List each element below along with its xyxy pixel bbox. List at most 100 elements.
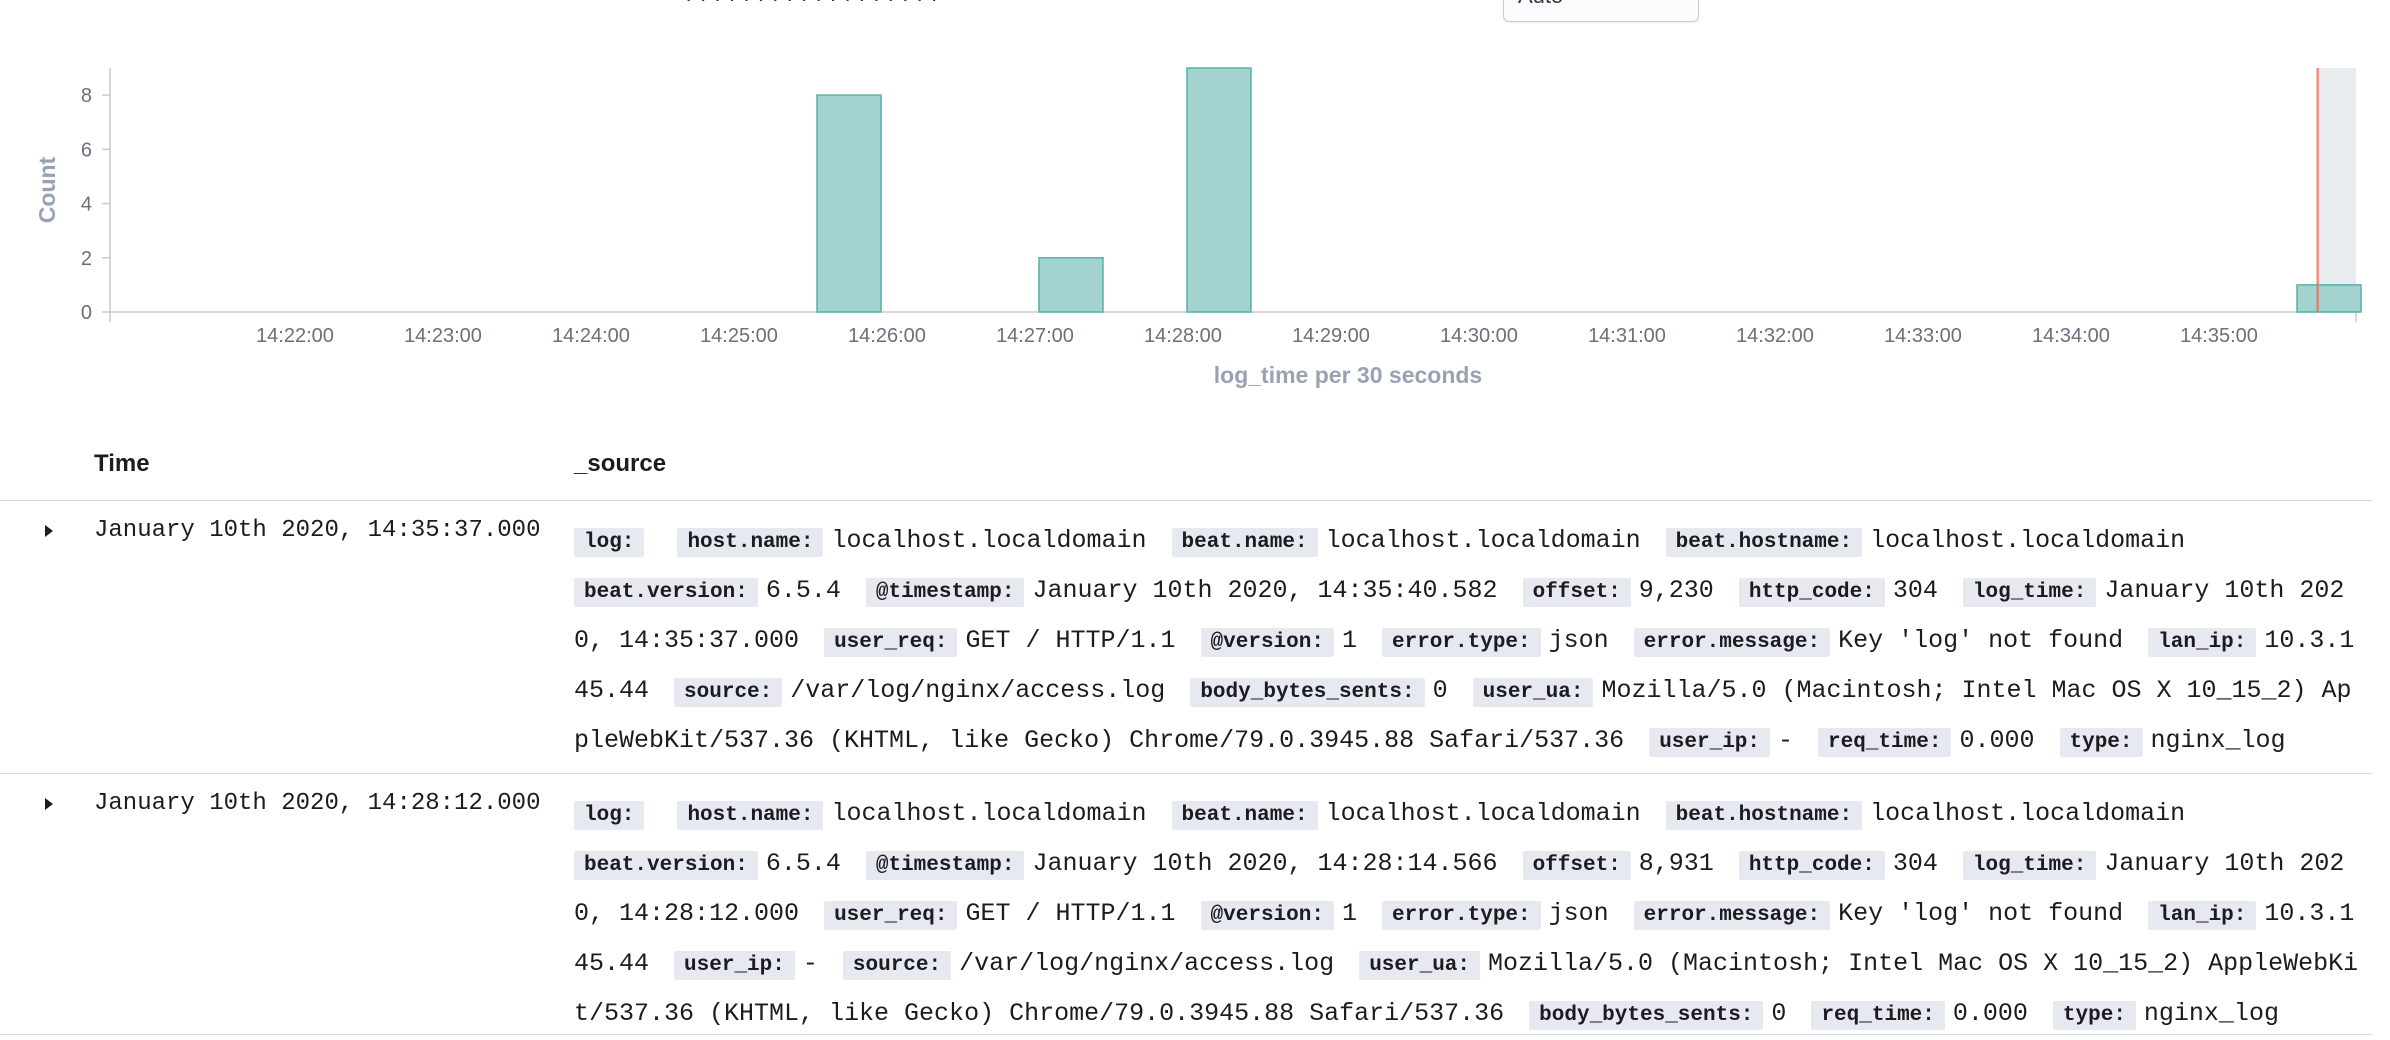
field-key: lan_ip: (2148, 901, 2257, 930)
field-key: beat.name: (1171, 528, 1318, 557)
y-axis-title: Count (34, 156, 60, 223)
source-field: source:/var/log/nginx/access.log (674, 676, 1175, 707)
field-key: offset: (1522, 851, 1631, 880)
field-value: Key 'log' not found (1838, 626, 2124, 655)
field-value: localhost.localdomain (1325, 799, 1641, 828)
histogram-bar[interactable] (2296, 284, 2362, 313)
field-key: user_ip: (1649, 728, 1771, 757)
source-field: body_bytes_sents: 0 (1190, 676, 1457, 707)
field-value: localhost.localdomain (831, 526, 1147, 555)
field-key: type: (2059, 728, 2143, 757)
field-key: log: (574, 801, 645, 830)
source-field: req_time: 0.000 (1818, 726, 2044, 757)
field-value: /var/log/nginx/access.log (959, 949, 1335, 978)
field-value: localhost.localdomain (1870, 799, 2186, 828)
field-key: @version: (1200, 628, 1334, 657)
source-field: body_bytes_sents: 0 (1529, 999, 1796, 1030)
top-bar: · · · · · · · · · · · · · · · · · · Auto… (0, 0, 2390, 28)
row-source-fields: log: host.name: localhost.localdomain bea… (574, 790, 2359, 1040)
field-key: error.message: (1633, 901, 1831, 930)
x-tick-label: 14:30:00 (1440, 325, 1518, 347)
source-field: error.type: json (1382, 899, 1619, 930)
field-key: @version: (1200, 901, 1334, 930)
field-key: beat.version: (574, 578, 758, 607)
x-tick-label: 14:26:00 (848, 325, 926, 347)
histogram-bar[interactable] (816, 94, 882, 313)
field-key: body_bytes_sents: (1529, 1001, 1764, 1030)
row-timestamp: January 10th 2020, 14:28:12.000 (94, 790, 541, 817)
cropped-header-text: · · · · · · · · · · · · · · · · · · (685, 0, 938, 12)
source-field: user_ip: - (674, 949, 828, 980)
x-tick-label: 14:25:00 (700, 325, 778, 347)
field-value: - (802, 949, 818, 978)
source-field: host.name: localhost.localdomain (677, 526, 1156, 557)
y-tick-label: 2 (81, 248, 92, 270)
x-axis-title: log_time per 30 seconds (1214, 362, 1482, 388)
histogram-bar[interactable] (1038, 257, 1104, 313)
field-value: January 10th 2020, 14:28:14.566 (1032, 849, 1498, 878)
source-field: type: nginx_log (2059, 726, 2296, 757)
source-field: http_code: 304 (1738, 849, 1948, 880)
field-key: offset: (1522, 578, 1631, 607)
field-key: log_time: (1962, 578, 2097, 607)
column-header-source[interactable]: _source (574, 450, 666, 478)
field-key: @timestamp: (865, 851, 1025, 880)
field-key: error.message: (1633, 628, 1831, 657)
row-timestamp: January 10th 2020, 14:35:37.000 (94, 517, 541, 544)
source-field: beat.name: localhost.localdomain (1171, 799, 1651, 830)
histogram-bar[interactable] (1186, 67, 1252, 313)
field-value: json (1548, 626, 1609, 655)
field-value: 9,230 (1638, 576, 1714, 605)
caret-right-icon[interactable] (38, 794, 58, 814)
field-value: 0 (1432, 676, 1448, 705)
histogram-chart: 0 2 4 6 8 14:22:00 14:23:00 14:24:00 14:25:00 14:… (34, 67, 2362, 388)
interval-select[interactable]: Auto ▾ (1503, 0, 1699, 22)
field-value: 8,931 (1638, 849, 1714, 878)
field-value: 0.000 (1952, 999, 2028, 1028)
field-key: error.type: (1382, 628, 1541, 657)
field-value: GET / HTTP/1.1 (965, 626, 1176, 655)
field-key: user_req: (824, 901, 958, 930)
source-field: http_code: 304 (1738, 576, 1948, 607)
source-field: beat.version: 6.5.4 (574, 576, 851, 607)
chart-bars (816, 67, 2362, 313)
field-key: beat.name: (1171, 801, 1318, 830)
field-value: 6.5.4 (765, 576, 841, 605)
chart-labels: 0 2 4 6 8 14:22:00 14:23:00 14:24:00 14:25:00 14:… (34, 85, 2258, 388)
field-key: type: (2052, 1001, 2136, 1030)
x-tick-label: 14:31:00 (1588, 325, 1666, 347)
field-key: log_time: (1962, 851, 2097, 880)
field-key: source: (842, 951, 952, 980)
y-tick-label: 4 (81, 194, 92, 216)
y-tick-label: 8 (81, 85, 92, 107)
field-key: log: (574, 528, 645, 557)
field-key: user_ip: (674, 951, 795, 980)
field-key: req_time: (1818, 728, 1952, 757)
source-field: error.type: json (1382, 626, 1619, 657)
source-field: @timestamp: January 10th 2020, 14:28:14.5… (865, 849, 1508, 880)
field-value: GET / HTTP/1.1 (965, 899, 1176, 928)
field-key: lan_ip: (2148, 628, 2257, 657)
column-header-time[interactable]: Time (94, 450, 150, 478)
x-tick-label: 14:24:00 (552, 325, 630, 347)
source-field: error.message: Key 'log' not found (1633, 899, 2133, 930)
field-key: error.type: (1382, 901, 1541, 930)
source-field: beat.name: localhost.localdomain (1171, 526, 1651, 557)
field-value: 304 (1892, 849, 1938, 878)
document-table-header: Time _source (0, 440, 2372, 501)
source-field: type: nginx_log (2052, 999, 2289, 1030)
source-field: offset: 8,931 (1522, 849, 1724, 880)
caret-right-icon[interactable] (38, 521, 58, 541)
field-value: localhost.localdomain (1870, 526, 2186, 555)
table-row: January 10th 2020, 14:28:12.000 log: hos… (0, 774, 2372, 1035)
field-value: localhost.localdomain (1325, 526, 1641, 555)
interval-select-value: Auto (1518, 0, 1563, 9)
field-key: user_ua: (1472, 678, 1594, 707)
field-value: 0 (1771, 999, 1787, 1028)
source-field: user_ip: - (1649, 726, 1803, 757)
chevron-down-icon: ▾ (1680, 0, 1688, 3)
source-field: log: (574, 526, 662, 557)
field-key: beat.version: (574, 851, 758, 880)
field-key: source: (674, 678, 783, 707)
x-tick-label: 14:22:00 (256, 325, 334, 347)
